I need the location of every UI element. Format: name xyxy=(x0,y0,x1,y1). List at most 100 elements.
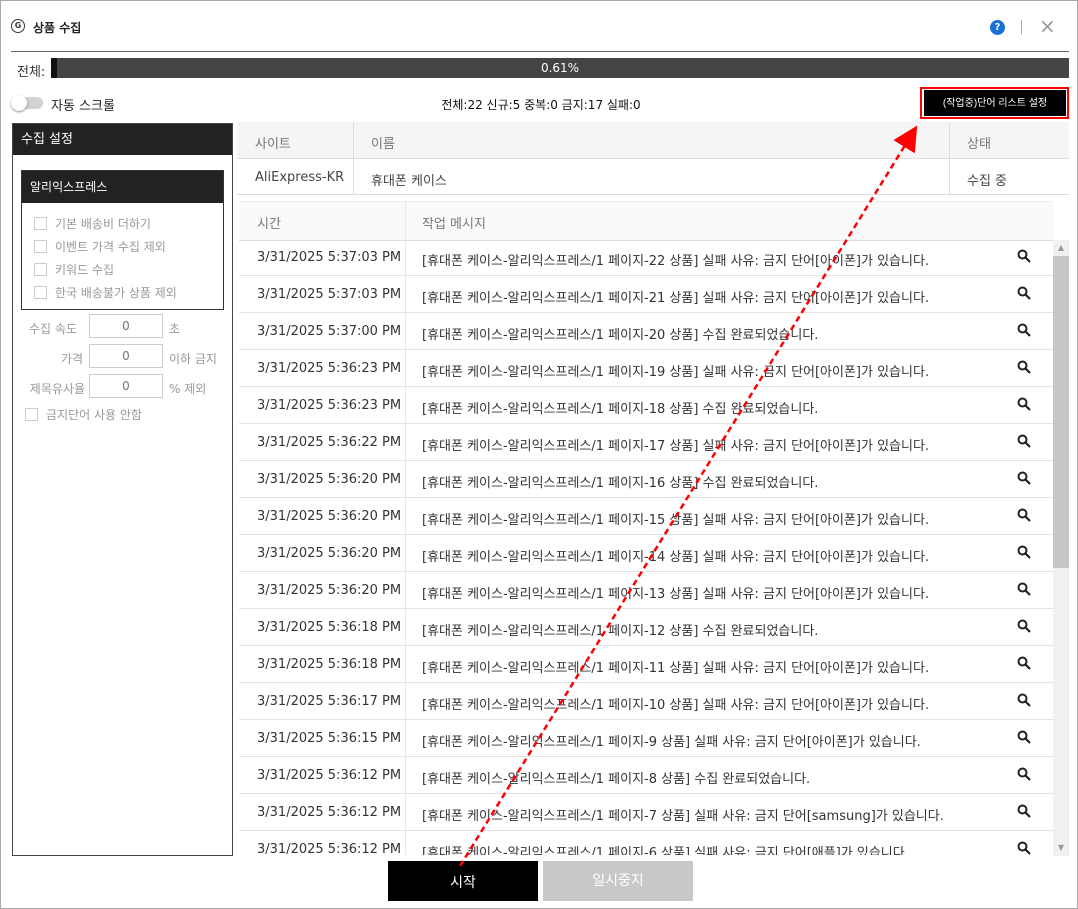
title-divider xyxy=(11,51,1069,52)
collection-stats: 전체:22 신규:5 중복:0 금지:17 실패:0 xyxy=(441,98,641,112)
log-row[interactable]: 3/31/2025 5:37:03 PM [휴대폰 케이스-알리익스프레스/1 페… xyxy=(239,239,1053,276)
option-disable-banned-words[interactable]: 금지단어 사용 안함 xyxy=(25,406,142,423)
collection-settings-panel: 수집 설정 알리익스프레스 기본 배송비 더하기 이벤트 가격 수집 제외 키워… xyxy=(12,123,233,856)
log-row[interactable]: 3/31/2025 5:36:23 PM [휴대폰 케이스-알리익스프레스/1 페… xyxy=(239,350,1053,387)
auto-scroll-toggle[interactable] xyxy=(11,95,43,111)
checkbox[interactable] xyxy=(34,217,47,230)
search-icon[interactable] xyxy=(1017,249,1031,263)
search-icon[interactable] xyxy=(1017,656,1031,670)
name-cell: 휴대폰 케이스 xyxy=(371,174,447,189)
log-row[interactable]: 3/31/2025 5:36:18 PM [휴대폰 케이스-알리익스프레스/1 페… xyxy=(239,646,1053,683)
log-message: [휴대폰 케이스-알리익스프레스/1 페이지-12 상품] 수집 완료되었습니다… xyxy=(422,624,819,639)
price-input[interactable]: 0 xyxy=(89,344,163,368)
log-scrollbar[interactable]: ▲ ▼ xyxy=(1053,240,1069,856)
checkbox[interactable] xyxy=(34,286,47,299)
col-divider xyxy=(405,831,406,855)
option-label: 금지단어 사용 안함 xyxy=(46,408,142,422)
log-message: [휴대폰 케이스-알리익스프레스/1 페이지-9 상품] 실패 사유: 금지 단… xyxy=(422,735,921,750)
search-icon[interactable] xyxy=(1017,804,1031,818)
log-row[interactable]: 3/31/2025 5:37:00 PM [휴대폰 케이스-알리익스프레스/1 페… xyxy=(239,313,1053,350)
log-message: [휴대폰 케이스-알리익스프레스/1 페이지-21 상품] 실패 사유: 금지 … xyxy=(422,291,930,306)
log-row[interactable]: 3/31/2025 5:36:15 PM [휴대폰 케이스-알리익스프레스/1 페… xyxy=(239,720,1053,757)
option-label: 기본 배송비 더하기 xyxy=(55,217,151,231)
toggle-knob xyxy=(11,95,27,111)
checkbox[interactable] xyxy=(34,263,47,276)
search-icon[interactable] xyxy=(1017,693,1031,707)
log-message: [휴대폰 케이스-알리익스프레스/1 페이지-10 상품] 실패 사유: 금지 … xyxy=(422,698,930,713)
log-row[interactable]: 3/31/2025 5:37:03 PM [휴대폰 케이스-알리익스프레스/1 페… xyxy=(239,276,1053,313)
search-icon[interactable] xyxy=(1017,767,1031,781)
search-icon[interactable] xyxy=(1017,545,1031,559)
title-similarity-unit: % 제외 xyxy=(169,382,207,396)
search-icon[interactable] xyxy=(1017,360,1031,374)
log-message: [휴대폰 케이스-알리익스프레스/1 페이지-15 상품] 실패 사유: 금지 … xyxy=(422,513,930,528)
start-button[interactable]: 시작 xyxy=(388,861,538,901)
search-icon[interactable] xyxy=(1017,508,1031,522)
col-divider xyxy=(405,239,406,275)
col-divider xyxy=(405,387,406,423)
col-divider xyxy=(405,646,406,682)
scroll-thumb[interactable] xyxy=(1053,256,1069,568)
option-add-shipping[interactable]: 기본 배송비 더하기 xyxy=(34,215,151,232)
log-row[interactable]: 3/31/2025 5:36:20 PM [휴대폰 케이스-알리익스프레스/1 페… xyxy=(239,461,1053,498)
log-time: 3/31/2025 5:36:18 PM xyxy=(257,620,402,635)
log-message: [휴대폰 케이스-알리익스프레스/1 페이지-11 상품] 실패 사유: 금지 … xyxy=(422,661,930,676)
log-row[interactable]: 3/31/2025 5:36:23 PM [휴대폰 케이스-알리익스프레스/1 페… xyxy=(239,387,1053,424)
option-exclude-no-korea-shipping[interactable]: 한국 배송불가 상품 제외 xyxy=(34,284,177,301)
log-row[interactable]: 3/31/2025 5:36:18 PM [휴대폰 케이스-알리익스프레스/1 페… xyxy=(239,609,1053,646)
log-table-body: 3/31/2025 5:37:03 PM [휴대폰 케이스-알리익스프레스/1 페… xyxy=(239,239,1053,855)
search-icon[interactable] xyxy=(1017,286,1031,300)
log-time: 3/31/2025 5:36:17 PM xyxy=(257,694,402,709)
close-icon[interactable]: × xyxy=(1039,15,1056,37)
search-icon[interactable] xyxy=(1017,471,1031,485)
log-row[interactable]: 3/31/2025 5:36:20 PM [휴대폰 케이스-알리익스프레스/1 페… xyxy=(239,572,1053,609)
search-icon[interactable] xyxy=(1017,841,1031,855)
status-cell: 수집 중 xyxy=(967,174,1008,189)
log-row[interactable]: 3/31/2025 5:36:20 PM [휴대폰 케이스-알리익스프레스/1 페… xyxy=(239,535,1053,572)
log-message: [휴대폰 케이스-알리익스프레스/1 페이지-18 상품] 수집 완료되었습니다… xyxy=(422,402,819,417)
search-icon[interactable] xyxy=(1017,434,1031,448)
site-table-row[interactable]: AliExpress-KR 휴대폰 케이스 수집 중 xyxy=(237,159,1069,195)
scroll-down-icon[interactable]: ▼ xyxy=(1053,840,1069,856)
col-divider xyxy=(405,350,406,386)
log-time: 3/31/2025 5:36:22 PM xyxy=(257,435,402,450)
search-icon[interactable] xyxy=(1017,730,1031,744)
checkbox[interactable] xyxy=(25,408,38,421)
title-similarity-input[interactable]: 0 xyxy=(89,374,163,398)
log-row[interactable]: 3/31/2025 5:36:20 PM [휴대폰 케이스-알리익스프레스/1 페… xyxy=(239,498,1053,535)
log-row[interactable]: 3/31/2025 5:36:17 PM [휴대폰 케이스-알리익스프레스/1 페… xyxy=(239,683,1053,720)
price-label: 가격 xyxy=(60,352,83,366)
titlebar-divider xyxy=(1021,20,1022,34)
log-row[interactable]: 3/31/2025 5:36:12 PM [휴대폰 케이스-알리익스프레스/1 페… xyxy=(239,757,1053,794)
search-icon[interactable] xyxy=(1017,397,1031,411)
search-icon[interactable] xyxy=(1017,619,1031,633)
aliexpress-options-group: 알리익스프레스 기본 배송비 더하기 이벤트 가격 수집 제외 키워드 수집 한… xyxy=(21,170,224,310)
help-icon[interactable]: ? xyxy=(990,20,1005,35)
log-row[interactable]: 3/31/2025 5:36:12 PM [휴대폰 케이스-알리익스프레스/1 페… xyxy=(239,831,1053,855)
log-row[interactable]: 3/31/2025 5:36:22 PM [휴대폰 케이스-알리익스프레스/1 페… xyxy=(239,424,1053,461)
log-time: 3/31/2025 5:36:23 PM xyxy=(257,361,402,376)
log-time: 3/31/2025 5:36:12 PM xyxy=(257,768,402,783)
search-icon[interactable] xyxy=(1017,323,1031,337)
time-header: 시간 xyxy=(257,217,281,232)
word-list-settings-button[interactable]: (작업중)단어 리스트 설정 xyxy=(924,90,1066,116)
overall-progress-bar: 0.61% xyxy=(51,58,1069,78)
log-time: 3/31/2025 5:36:23 PM xyxy=(257,398,402,413)
log-table-header: 시간 작업 메시지 xyxy=(239,201,1053,241)
option-keyword-collect[interactable]: 키워드 수집 xyxy=(34,261,114,278)
site-header: 사이트 xyxy=(255,137,291,152)
message-header: 작업 메시지 xyxy=(422,217,486,232)
pause-button[interactable]: 일시중지 xyxy=(543,861,693,901)
log-message: [휴대폰 케이스-알리익스프레스/1 페이지-8 상품] 수집 완료되었습니다. xyxy=(422,772,811,787)
progress-label: 전체: xyxy=(17,65,46,80)
col-divider xyxy=(405,313,406,349)
option-exclude-event-price[interactable]: 이벤트 가격 수집 제외 xyxy=(34,238,166,255)
col-divider xyxy=(405,757,406,793)
checkbox[interactable] xyxy=(34,240,47,253)
col-divider xyxy=(405,572,406,608)
col-divider xyxy=(353,122,354,194)
scroll-up-icon[interactable]: ▲ xyxy=(1053,240,1069,256)
speed-input[interactable]: 0 xyxy=(89,314,163,338)
log-row[interactable]: 3/31/2025 5:36:12 PM [휴대폰 케이스-알리익스프레스/1 페… xyxy=(239,794,1053,831)
search-icon[interactable] xyxy=(1017,582,1031,596)
